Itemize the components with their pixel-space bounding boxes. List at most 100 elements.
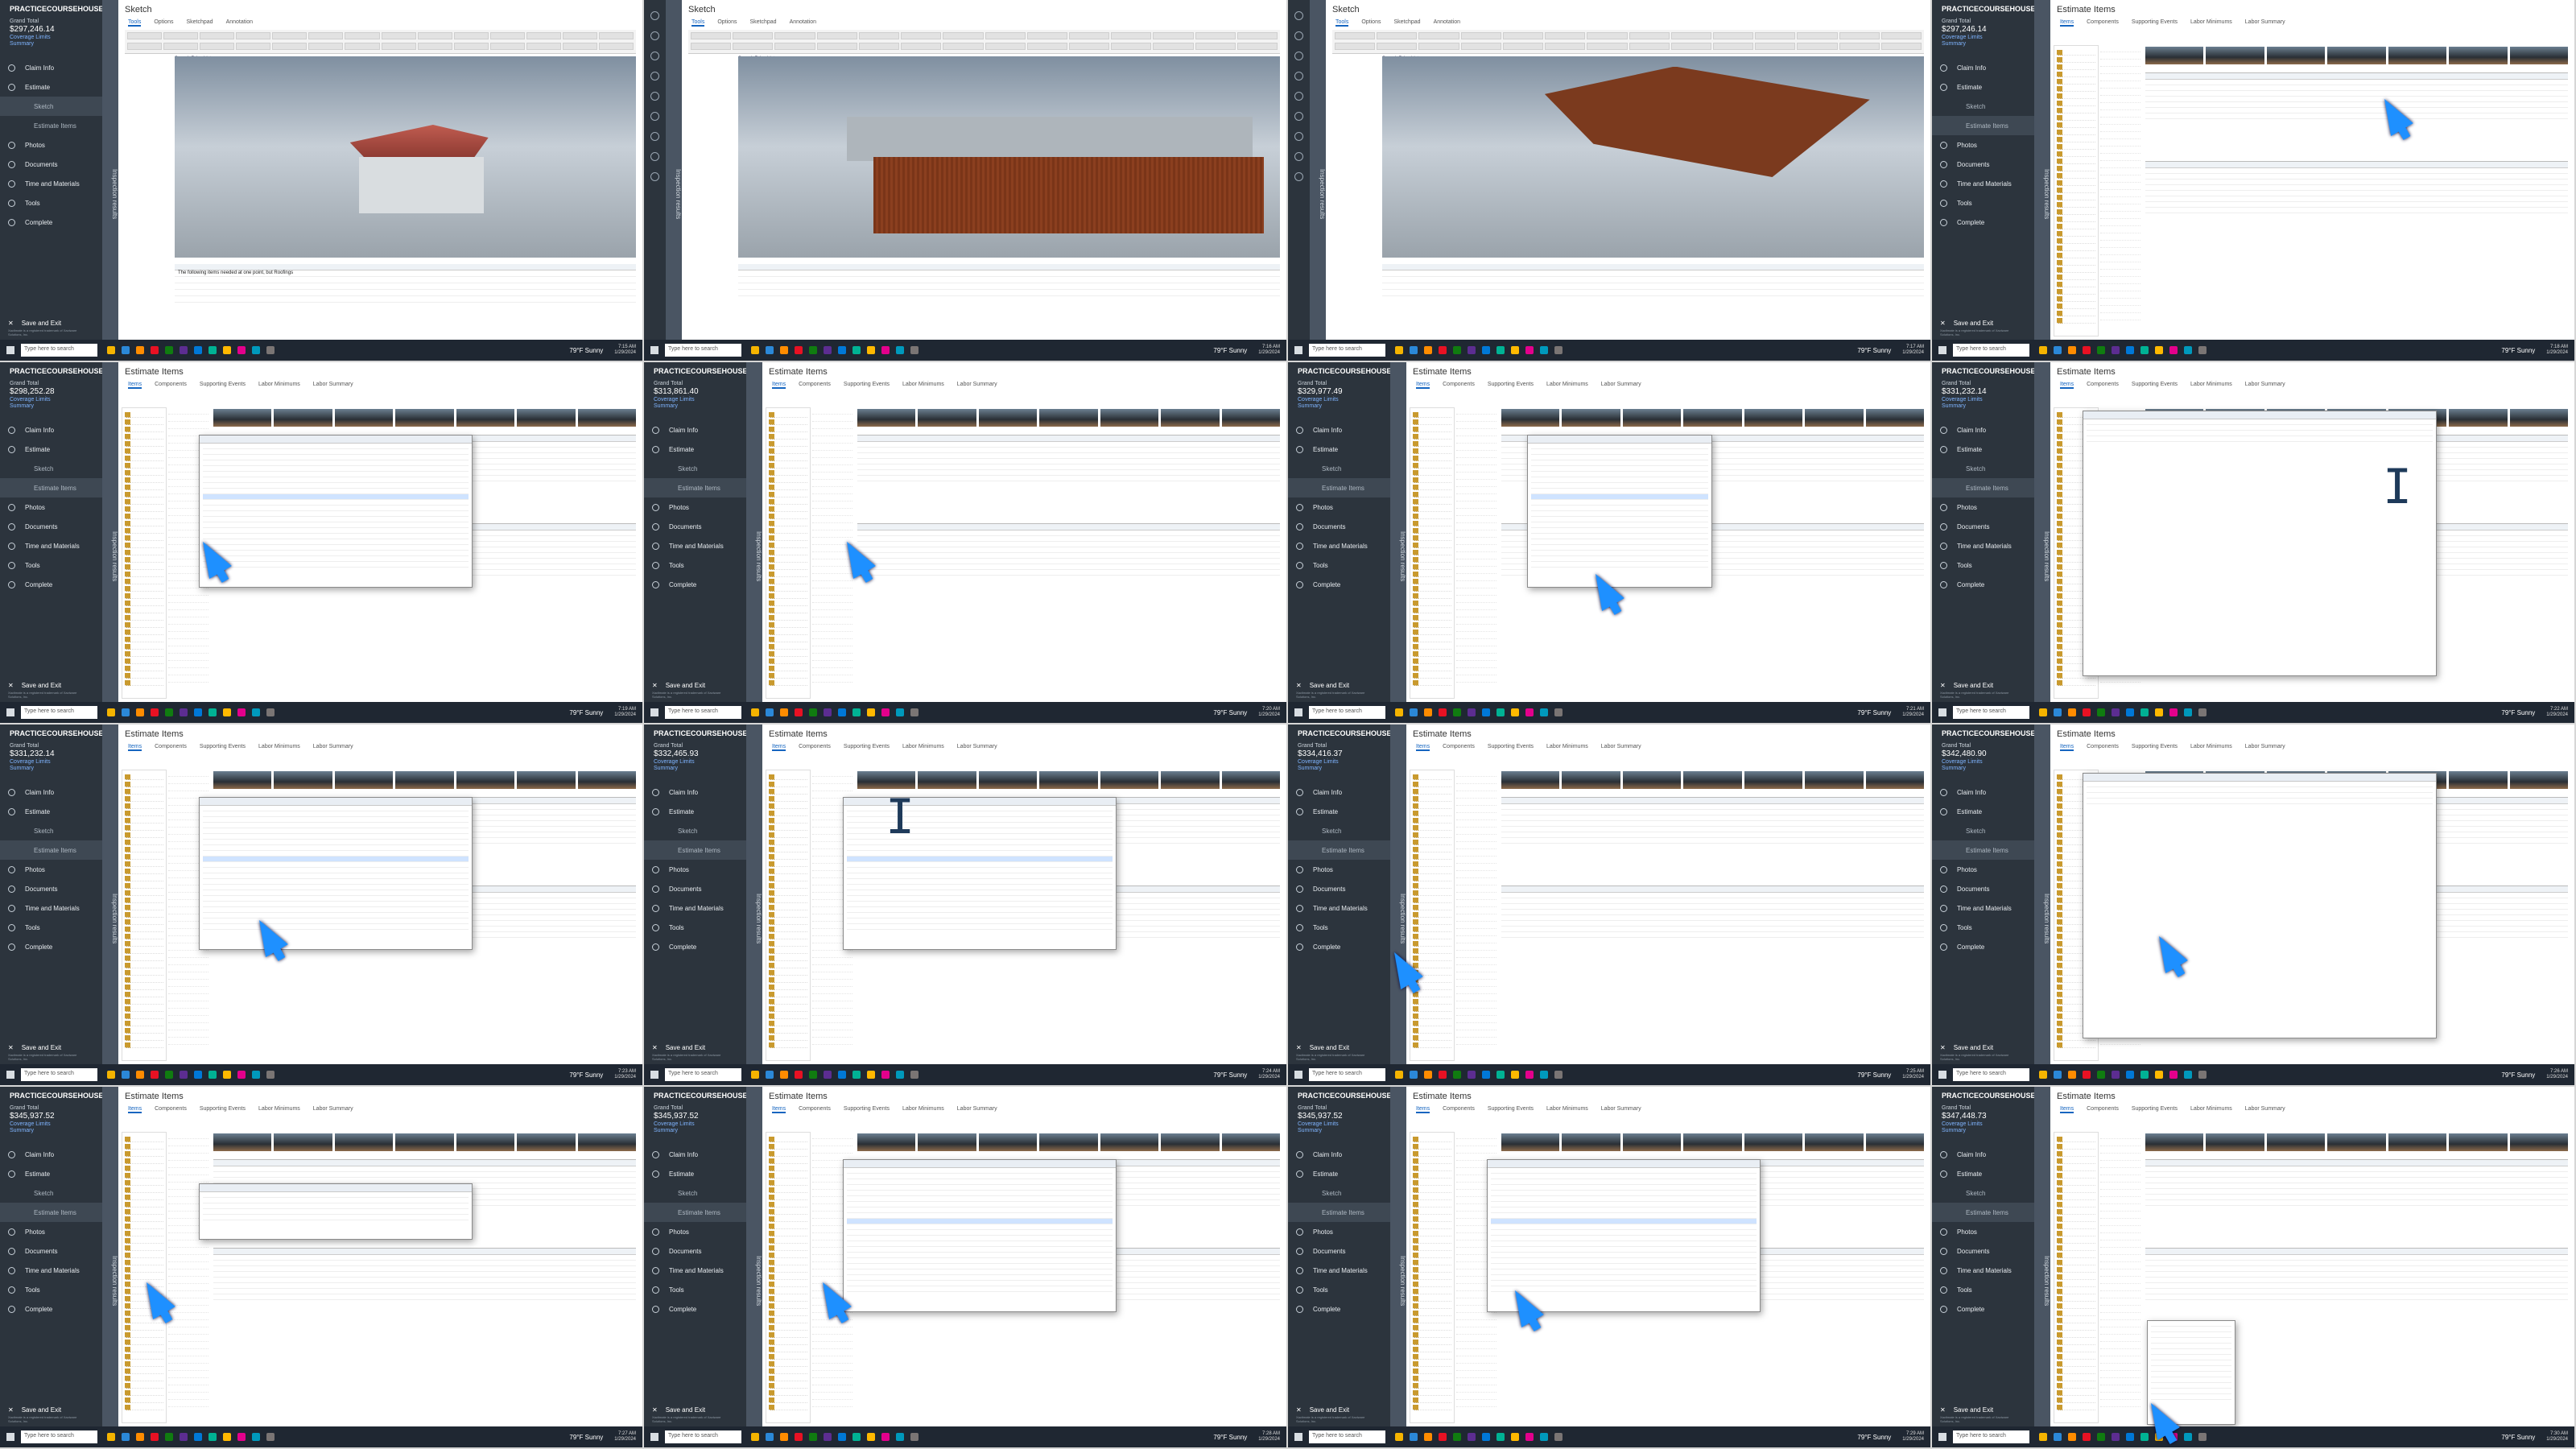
- dialog-row[interactable]: [1491, 1191, 1757, 1196]
- toolbar-button[interactable]: [1839, 42, 1880, 50]
- tree-row[interactable]: [125, 1013, 163, 1019]
- tree-row[interactable]: [769, 1231, 807, 1236]
- taskbar-app-icon[interactable]: [2054, 1433, 2062, 1441]
- tree-row[interactable]: [1413, 470, 1451, 476]
- nav-item-sketch[interactable]: Sketch: [644, 821, 746, 840]
- taskbar-app-icon[interactable]: [1453, 346, 1461, 354]
- tree-row[interactable]: [125, 1245, 163, 1251]
- nav-item-complete[interactable]: Complete: [1288, 937, 1390, 956]
- nav-item-estimate[interactable]: Estimate: [644, 802, 746, 821]
- menu-item[interactable]: [2151, 1321, 2231, 1327]
- taskbar-app-icon[interactable]: [852, 346, 861, 354]
- tree-row[interactable]: [769, 441, 807, 447]
- tree-row[interactable]: [1413, 883, 1451, 889]
- tab-annotation[interactable]: Annotation: [790, 19, 816, 27]
- tree-row[interactable]: [125, 1187, 163, 1193]
- taskbar-app-icon[interactable]: [2083, 708, 2091, 716]
- dialog-row[interactable]: [847, 907, 1113, 913]
- photo-thumbnail[interactable]: [2509, 1133, 2568, 1151]
- tree-row[interactable]: [769, 419, 807, 425]
- tree-row[interactable]: [769, 1006, 807, 1012]
- summary-link[interactable]: Summary: [0, 40, 102, 47]
- dialog-row[interactable]: [203, 1215, 469, 1220]
- tree-row[interactable]: [2057, 1282, 2095, 1287]
- tree-row[interactable]: [769, 651, 807, 657]
- inspection-results-strip[interactable]: Inspection results: [1390, 362, 1406, 702]
- taskbar-app-icon[interactable]: [751, 708, 759, 716]
- tree-row[interactable]: [1413, 992, 1451, 997]
- tree-row[interactable]: [2057, 188, 2095, 193]
- toolbar-button[interactable]: [1026, 42, 1067, 50]
- tree-row[interactable]: [125, 774, 163, 780]
- tab-supporting-events[interactable]: Supporting Events: [2132, 1106, 2178, 1113]
- tree-row[interactable]: [1413, 1376, 1451, 1381]
- table-row[interactable]: [1382, 283, 1924, 290]
- taskbar-app-icon[interactable]: [1424, 1071, 1432, 1079]
- taskbar-app-icon[interactable]: [107, 1071, 115, 1079]
- tree-row[interactable]: [125, 550, 163, 555]
- tab-labor-minimums[interactable]: Labor Minimums: [902, 744, 944, 751]
- toolbar-button[interactable]: [345, 42, 380, 50]
- tree-row[interactable]: [2057, 101, 2095, 106]
- summary-link[interactable]: Summary: [1288, 1127, 1390, 1133]
- dialog-row[interactable]: [1491, 1185, 1757, 1191]
- tree-row[interactable]: [769, 485, 807, 490]
- menu-item[interactable]: [2151, 1389, 2231, 1394]
- form-row[interactable]: [2145, 1189, 2568, 1195]
- photo-thumbnail[interactable]: [1744, 1133, 1803, 1151]
- nav-item-documents[interactable]: Documents: [1288, 1241, 1390, 1261]
- table-row[interactable]: [213, 1283, 636, 1289]
- taskbar-app-icon[interactable]: [266, 708, 275, 716]
- taskbar-app-icon[interactable]: [809, 1071, 817, 1079]
- nav-item-tools[interactable]: Tools: [1288, 918, 1390, 937]
- nav-tool-icon[interactable]: [650, 72, 659, 80]
- photo-thumbnail[interactable]: [395, 1133, 454, 1151]
- taskbar-app-icon[interactable]: [881, 346, 890, 354]
- table-row[interactable]: [213, 1278, 636, 1283]
- table-row[interactable]: [857, 542, 1280, 547]
- tree-row[interactable]: [125, 1166, 163, 1171]
- table-row[interactable]: [738, 277, 1280, 283]
- tree-row[interactable]: [2057, 303, 2095, 309]
- tree-row[interactable]: [769, 543, 807, 548]
- tree-row[interactable]: [125, 1216, 163, 1222]
- taskbar-app-icon[interactable]: [751, 346, 759, 354]
- dialog-row[interactable]: [203, 562, 469, 568]
- tree-row[interactable]: [125, 796, 163, 802]
- windows-start-icon[interactable]: [650, 1071, 658, 1079]
- tree-row[interactable]: [125, 601, 163, 606]
- toolbar-button[interactable]: [308, 32, 344, 39]
- photo-thumbnail[interactable]: [978, 1133, 1038, 1151]
- coverage-limits-link[interactable]: Coverage Limits: [1288, 758, 1390, 765]
- taskbar-app-icon[interactable]: [208, 346, 217, 354]
- tree-row[interactable]: [125, 818, 163, 824]
- toolbar-button[interactable]: [1068, 42, 1110, 50]
- nav-item-estimate-items[interactable]: Estimate Items: [644, 840, 746, 860]
- nav-item-time-and-materials[interactable]: Time and Materials: [1288, 536, 1390, 555]
- taskbar-app-icon[interactable]: [2112, 1433, 2120, 1441]
- dialog-row[interactable]: [847, 1185, 1113, 1191]
- tab-labor-summary[interactable]: Labor Summary: [1601, 1106, 1641, 1113]
- toolbar-button[interactable]: [381, 32, 416, 39]
- taskbar-clock[interactable]: 7:21 AM 1/29/2024: [1902, 707, 1924, 718]
- table-row[interactable]: [2145, 180, 2568, 185]
- tree-row[interactable]: [2057, 202, 2095, 208]
- tree-row[interactable]: [2057, 1405, 2095, 1410]
- toolbar-button[interactable]: [562, 32, 597, 39]
- nav-tool-icon[interactable]: [650, 31, 659, 40]
- tree-row[interactable]: [125, 948, 163, 954]
- tree-row[interactable]: [125, 521, 163, 526]
- photo-thumbnail[interactable]: [517, 409, 576, 427]
- table-row[interactable]: [857, 553, 1280, 559]
- tree-row[interactable]: [1413, 492, 1451, 497]
- taskbar-app-icon[interactable]: [2140, 708, 2149, 716]
- tree-row[interactable]: [125, 673, 163, 679]
- tab-labor-minimums[interactable]: Labor Minimums: [902, 382, 944, 389]
- tab-options[interactable]: Options: [154, 19, 173, 27]
- taskbar-app-icon[interactable]: [1468, 708, 1476, 716]
- weather-widget[interactable]: 79°F Sunny: [1213, 1434, 1247, 1441]
- tab-annotation[interactable]: Annotation: [1434, 19, 1460, 27]
- taskbar-app-icon[interactable]: [1410, 346, 1418, 354]
- tree-row[interactable]: [1413, 811, 1451, 816]
- tree-row[interactable]: [2057, 1245, 2095, 1251]
